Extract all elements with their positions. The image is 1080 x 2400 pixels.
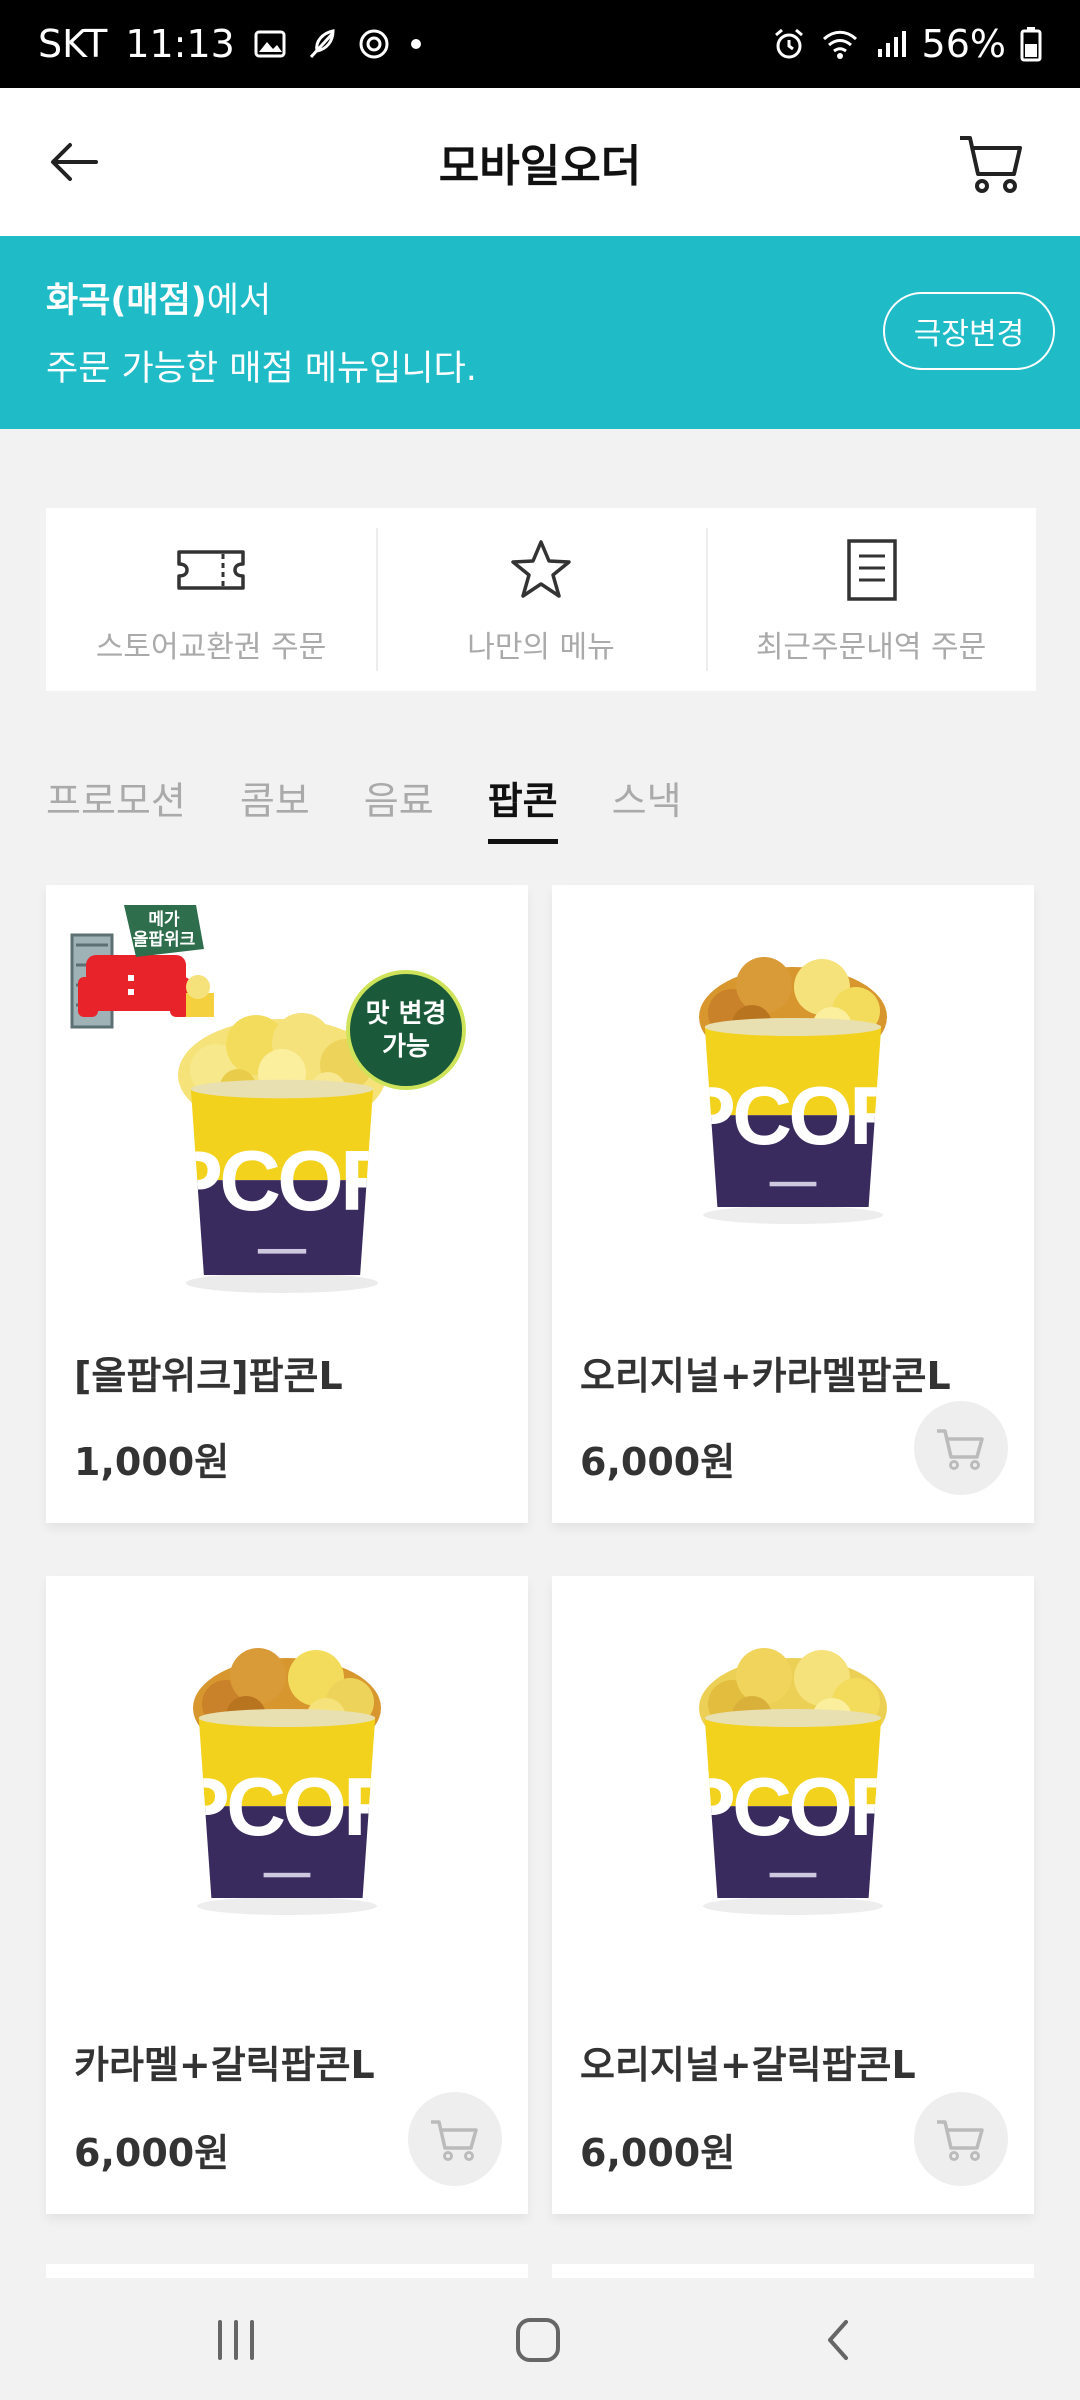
home-icon[interactable]	[506, 2308, 570, 2372]
feather-notification-icon	[309, 29, 335, 59]
status-bar: SKT 11:13 56%	[0, 0, 1080, 88]
tab-combo[interactable]: 콤보	[240, 770, 310, 844]
product-name: [올팝위크]팝콘L	[74, 1354, 343, 1398]
tab-snack[interactable]: 스낵	[612, 770, 682, 844]
event-badge: 메가 올팝위크	[70, 905, 214, 1029]
category-tabs: 프로모션 콤보 음료 팝콘 스낵	[46, 770, 682, 844]
system-nav-bar	[0, 2278, 1080, 2400]
quick-menu-label: 스토어교환권 주문	[95, 630, 327, 665]
cart-icon	[937, 1429, 984, 1470]
event-badge-line1: 메가	[148, 910, 180, 930]
product-image	[552, 1648, 1034, 1915]
product-name: 오리지널+갈릭팝콘L	[580, 2043, 916, 2087]
recent-apps-icon[interactable]	[204, 2308, 268, 2372]
product-image	[46, 1648, 528, 1915]
quick-menu-label: 최근주문내역 주문	[755, 630, 987, 665]
quick-menu: 스토어교환권 주문 나만의 메뉴 최근주문내역 주문	[46, 508, 1036, 691]
add-to-cart-button[interactable]	[408, 2092, 502, 2186]
flavor-badge-line2: 가능	[382, 1032, 430, 1062]
product-card-partial	[552, 2264, 1034, 2278]
product-card[interactable]: 카라멜+갈릭팝콘L 6,000원	[46, 1576, 528, 2214]
more-notifications-icon	[410, 39, 421, 49]
product-name: 카라멜+갈릭팝콘L	[74, 2043, 375, 2087]
alarm-icon	[774, 28, 803, 59]
product-name: 오리지널+카라멜팝콘L	[580, 1354, 951, 1398]
product-card[interactable]: 오리지널+카라멜팝콘L 6,000원	[552, 885, 1034, 1523]
quick-menu-label: 나만의 메뉴	[467, 630, 615, 665]
ticket-icon	[177, 550, 245, 590]
tab-drinks[interactable]: 음료	[364, 770, 434, 844]
banner-description: 주문 가능한 매점 메뉴입니다.	[46, 349, 477, 389]
gallery-notification-icon	[254, 30, 286, 58]
cart-icon	[937, 2120, 984, 2161]
signal-icon	[877, 31, 906, 57]
receipt-icon	[847, 539, 897, 601]
store-voucher-order-button[interactable]: 스토어교환권 주문	[46, 508, 376, 691]
cart-icon	[431, 2120, 478, 2161]
tab-popcorn[interactable]: 팝콘	[487, 770, 558, 844]
product-image: 메가 올팝위크 맛 변경 가능	[70, 905, 466, 1293]
add-to-cart-button[interactable]	[914, 2092, 1008, 2186]
battery-icon	[1020, 27, 1042, 62]
product-card-partial	[46, 2264, 528, 2278]
back-arrow-icon[interactable]	[44, 132, 104, 192]
clock: 11:13	[125, 22, 235, 66]
battery-percent: 56%	[921, 22, 1006, 66]
theater-banner: 화곡(매점)에서 주문 가능한 매점 메뉴입니다. 극장변경	[0, 236, 1080, 429]
product-price: 6,000원	[74, 2131, 230, 2175]
flavor-change-badge: 맛 변경 가능	[346, 970, 466, 1090]
page-title: 모바일오더	[438, 141, 642, 192]
theater-name: 화곡(매점)	[46, 281, 207, 321]
my-menu-button[interactable]: 나만의 메뉴	[376, 508, 706, 691]
product-price: 1,000원	[74, 1440, 230, 1484]
product-card[interactable]: 오리지널+갈릭팝콘L 6,000원	[552, 1576, 1034, 2214]
add-to-cart-button[interactable]	[914, 1401, 1008, 1495]
carrier-label: SKT	[38, 22, 108, 66]
change-theater-button[interactable]: 극장변경	[883, 292, 1055, 370]
product-price: 6,000원	[580, 1440, 736, 1484]
theater-line: 화곡(매점)에서	[46, 272, 271, 323]
product-price: 6,000원	[580, 2131, 736, 2175]
recent-orders-button[interactable]: 최근주문내역 주문	[706, 508, 1036, 691]
tab-promotion[interactable]: 프로모션	[46, 770, 186, 844]
chrome-notification-icon	[359, 29, 389, 59]
cart-icon[interactable]	[956, 128, 1026, 198]
product-image	[552, 957, 1034, 1224]
app-header: 모바일오더	[0, 88, 1080, 236]
star-icon	[511, 540, 571, 598]
product-card[interactable]: 메가 올팝위크 맛 변경 가능 [올팝위크]팝콘L 1,000원	[46, 885, 528, 1523]
theater-suffix: 에서	[206, 281, 272, 321]
wifi-icon	[822, 30, 857, 59]
back-chevron-icon[interactable]	[808, 2308, 872, 2372]
event-badge-line2: 올팝위크	[133, 930, 196, 950]
flavor-badge-line1: 맛 변경	[366, 999, 447, 1029]
